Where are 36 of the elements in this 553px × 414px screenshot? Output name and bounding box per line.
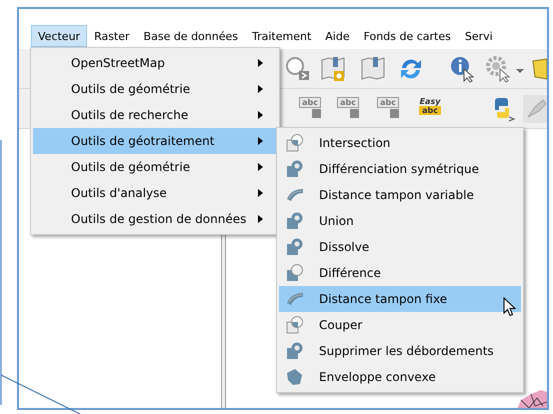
- menu-item[interactable]: Intersection: [279, 130, 521, 156]
- cursor-icon: [503, 297, 516, 317]
- menu-item[interactable]: Vecteur: [31, 25, 88, 47]
- map-icon[interactable]: [319, 55, 347, 83]
- info-icon[interactable]: [449, 55, 477, 83]
- menu-item[interactable]: Couper: [279, 312, 521, 338]
- menu-item[interactable]: Enveloppe convexe: [279, 364, 521, 390]
- menu-item[interactable]: Supprimer les débordements: [279, 338, 521, 364]
- menu-item[interactable]: Fonds de cartes: [356, 25, 458, 47]
- polygon-icon: [285, 367, 305, 387]
- menu-item[interactable]: Outils d'analyse: [33, 180, 277, 206]
- menu-item[interactable]: Outils de gestion de données: [33, 206, 277, 232]
- menu-item[interactable]: Base de données: [136, 25, 245, 47]
- menu-item[interactable]: Aide: [318, 25, 357, 47]
- menu-item[interactable]: Outils de géotraitement: [33, 128, 277, 154]
- menu-item[interactable]: Distance tampon variable: [279, 182, 521, 208]
- gear-icon[interactable]: [485, 55, 513, 83]
- menu-item[interactable]: Différenciation symétrique: [279, 156, 521, 182]
- overlay-icon: [285, 211, 305, 231]
- overlay-icon: [285, 237, 305, 257]
- menu-item[interactable]: Différence: [279, 260, 521, 286]
- menu-item[interactable]: Outils de géométrie: [33, 154, 277, 180]
- menu-item[interactable]: Outils de géométrie: [33, 76, 277, 102]
- overlay-icon: [285, 159, 305, 179]
- menu-item[interactable]: Traitement: [245, 25, 318, 47]
- menu-item[interactable]: Outils de recherche: [33, 102, 277, 128]
- overlay-icon: [285, 263, 305, 283]
- menu-item[interactable]: Servi: [458, 25, 500, 47]
- menu-item[interactable]: OpenStreetMap: [33, 50, 277, 76]
- menu-item[interactable]: Dissolve: [279, 234, 521, 260]
- overlay-icon: [285, 315, 305, 335]
- overlay-icon: [285, 341, 305, 361]
- menu-item[interactable]: Raster: [87, 25, 137, 47]
- overlay-icon: [285, 133, 305, 153]
- menu-item[interactable]: Union: [279, 208, 521, 234]
- menu-item[interactable]: Distance tampon fixe: [279, 286, 521, 312]
